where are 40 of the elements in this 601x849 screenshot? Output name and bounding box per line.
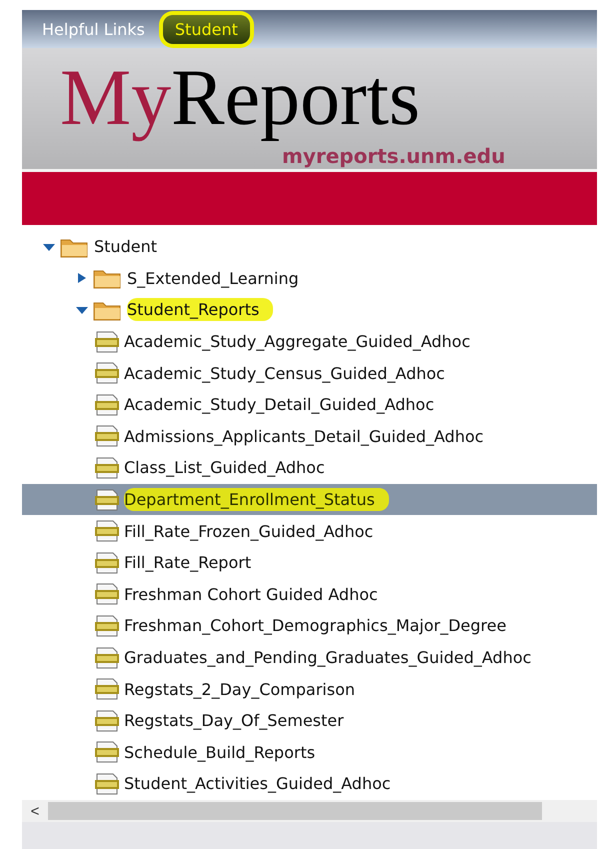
html-file-icon — [94, 772, 120, 795]
logo-text: MyReports — [60, 53, 420, 144]
report-label[interactable]: Student_Activities_Guided_Adhoc — [124, 774, 391, 794]
folder-label[interactable]: Student_Reports — [127, 298, 274, 322]
report-label[interactable]: Regstats_2_Day_Comparison — [124, 680, 355, 699]
html-file-icon — [94, 394, 120, 416]
report-label[interactable]: Academic_Study_Census_Guided_Adhoc — [124, 364, 445, 383]
report-label[interactable]: Regstats_Day_Of_Semester — [124, 711, 344, 730]
html-file-icon — [94, 520, 120, 542]
horizontal-scrollbar[interactable]: < — [22, 800, 597, 822]
selected-row[interactable]: Department_Enrollment_Status — [22, 484, 597, 516]
html-file-icon — [94, 710, 120, 732]
report-label[interactable]: Graduates_and_Pending_Graduates_Guided_Adhoc — [124, 648, 532, 668]
html-file-icon — [94, 362, 120, 384]
report-label[interactable]: Admissions_Applicants_Detail_Guided_Adhoc — [124, 426, 484, 446]
html-file-icon — [94, 456, 120, 479]
report-label[interactable]: Schedule_Build_Reports — [124, 742, 316, 762]
html-file-icon — [94, 330, 120, 353]
html-file-icon — [94, 646, 120, 669]
scroll-left-button[interactable]: < — [22, 802, 48, 820]
report-label[interactable]: Fill_Rate_Frozen_Guided_Adhoc — [124, 522, 374, 541]
folder-label[interactable]: S_Extended_Learning — [127, 268, 299, 288]
report-label[interactable]: Department_Enrollment_Status — [124, 488, 389, 512]
site-url: myreports.unm.edu — [282, 144, 506, 168]
html-file-icon — [94, 583, 120, 606]
nav-tab[interactable]: Student — [162, 14, 250, 44]
report-label[interactable]: Fill_Rate_Report — [124, 553, 252, 572]
html-file-icon — [94, 425, 120, 448]
html-file-icon — [94, 488, 120, 511]
report-label[interactable]: Freshman_Cohort_Demographics_Major_Degree — [124, 616, 506, 636]
report-label[interactable]: Freshman Cohort Guided Adhoc — [124, 584, 378, 604]
html-file-icon — [94, 552, 120, 574]
html-file-icon — [94, 678, 120, 700]
html-file-icon — [94, 741, 120, 764]
report-label[interactable]: Academic_Study_Detail_Guided_Adhoc — [124, 395, 434, 414]
html-file-icon — [94, 614, 120, 637]
report-label[interactable]: Class_List_Guided_Adhoc — [124, 458, 325, 478]
report-label[interactable]: Academic_Study_Aggregate_Guided_Adhoc — [124, 332, 470, 352]
scrollbar-thumb[interactable] — [48, 802, 542, 820]
folder-label[interactable]: Student — [94, 237, 157, 256]
